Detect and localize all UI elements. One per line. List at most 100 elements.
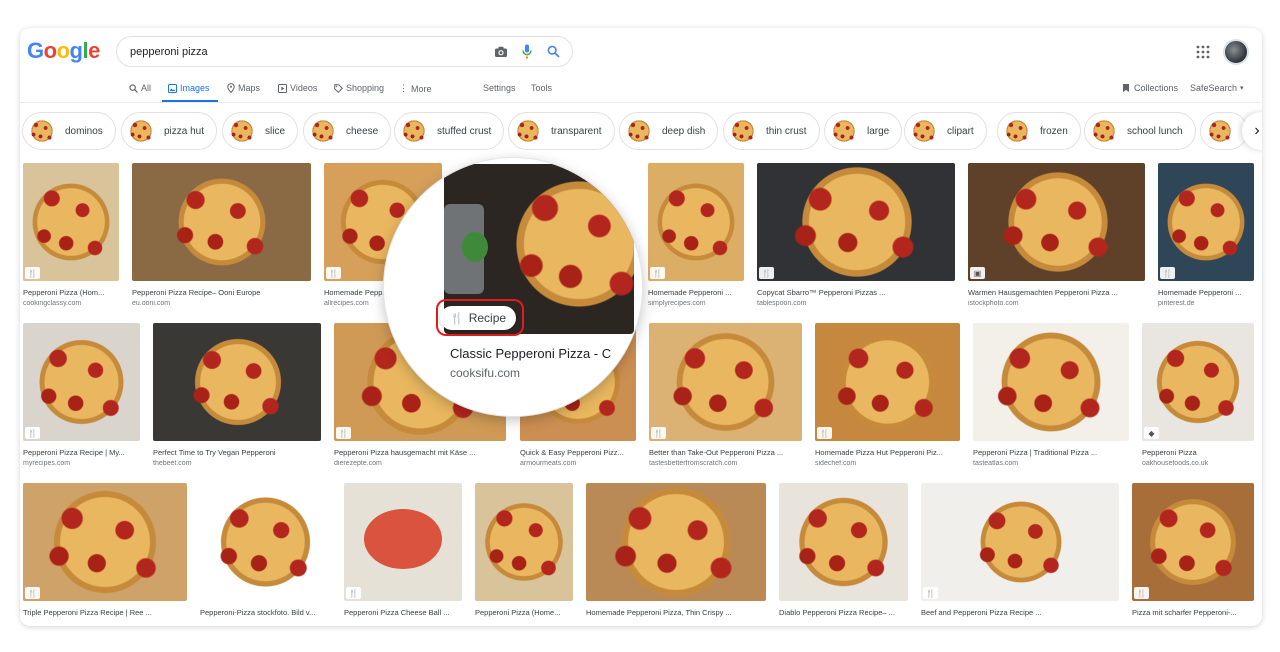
- result-title[interactable]: Homemade Pepperoni Pizza, Thin Crispy ..…: [586, 608, 766, 617]
- zoomed-result-title[interactable]: Classic Pepperoni Pizza - C: [450, 346, 611, 361]
- chip-frozen[interactable]: frozen: [997, 112, 1081, 150]
- result-source[interactable]: cookingclassy.com: [23, 300, 119, 307]
- result-source[interactable]: eu.ooni.com: [132, 300, 311, 307]
- result-title[interactable]: Pepperoni Pizza (Hom...: [23, 288, 119, 297]
- result-title[interactable]: Pepperoni Pizza hausgemacht mit Käse ...: [334, 448, 506, 457]
- recipe-icon: 🍴: [1134, 587, 1149, 599]
- tab-label: Maps: [238, 83, 261, 93]
- result-source[interactable]: oakhousefoods.co.uk: [1142, 460, 1254, 467]
- result-title[interactable]: Copycat Sbarro™ Pepperoni Pizzas ...: [757, 288, 955, 297]
- chip-thumbnail: [399, 116, 429, 146]
- tab-all[interactable]: All: [129, 83, 151, 93]
- chip-slice[interactable]: slice: [222, 112, 299, 150]
- result-title[interactable]: Pepperoni-Pizza stockfoto. Bild v...: [200, 608, 331, 617]
- result-title[interactable]: Pizza mit scharfer Pepperoni-...: [1132, 608, 1254, 617]
- chip-label: transparent: [551, 125, 602, 137]
- chip-pizza-hut[interactable]: pizza hut: [121, 112, 218, 150]
- result-image[interactable]: [586, 483, 766, 601]
- chip-thumbnail: [513, 116, 543, 146]
- result-source[interactable]: pinterest.de: [1158, 300, 1254, 307]
- result-source[interactable]: thebeet.com: [153, 460, 321, 467]
- search-tabs: All Images Maps Videos Shopping ⋮ More S…: [20, 76, 1262, 103]
- result-title[interactable]: Pepperoni Pizza (Home...: [475, 608, 573, 617]
- recipe-icon: 🍴: [336, 427, 351, 439]
- result-source[interactable]: tasteatlas.com: [973, 460, 1129, 467]
- result-image[interactable]: [973, 323, 1129, 441]
- result-image[interactable]: [779, 483, 908, 601]
- tab-tools[interactable]: Tools: [531, 83, 552, 93]
- chip-school-lunch[interactable]: school lunch: [1084, 112, 1196, 150]
- tab-images[interactable]: Images: [168, 83, 210, 93]
- result-title[interactable]: Pepperoni Pizza Recipe– Ooni Europe: [132, 288, 311, 297]
- result-title[interactable]: Homemade Pepperoni ...: [1158, 288, 1254, 297]
- tab-shopping[interactable]: Shopping: [334, 83, 384, 93]
- chip-transparent[interactable]: transparent: [508, 112, 615, 150]
- search-box[interactable]: pepperoni pizza: [116, 36, 573, 67]
- google-logo[interactable]: Google: [27, 38, 100, 64]
- chip-label: school lunch: [1127, 125, 1183, 137]
- result-source[interactable]: istockphoto.com: [968, 300, 1145, 307]
- chip-stuffed-crust[interactable]: stuffed crust: [394, 112, 505, 150]
- recipe-icon: 🍴: [1160, 267, 1175, 279]
- result-source[interactable]: simplyrecipes.com: [648, 300, 744, 307]
- chip-thumbnail: [27, 116, 57, 146]
- apps-icon[interactable]: [1196, 45, 1210, 59]
- result-source[interactable]: myrecipes.com: [23, 460, 140, 467]
- avatar[interactable]: [1223, 39, 1249, 65]
- tab-more[interactable]: ⋮ More: [399, 83, 432, 94]
- result-image[interactable]: [475, 483, 573, 601]
- result-image[interactable]: [344, 483, 462, 601]
- result-title[interactable]: Pepperoni Pizza Recipe | My...: [23, 448, 140, 457]
- result-image[interactable]: [757, 163, 955, 281]
- result-image[interactable]: [132, 163, 311, 281]
- result-image[interactable]: [1158, 163, 1254, 281]
- result-title[interactable]: Perfect Time to Try Vegan Pepperoni: [153, 448, 321, 457]
- result-image[interactable]: [648, 163, 744, 281]
- result-title[interactable]: Better than Take-Out Pepperoni Pizza ...: [649, 448, 802, 457]
- result-title[interactable]: Triple Pepperoni Pizza Recipe | Ree ...: [23, 608, 187, 617]
- search-input[interactable]: pepperoni pizza: [130, 46, 484, 58]
- result-source[interactable]: armourmeats.com: [520, 460, 636, 467]
- result-image[interactable]: [23, 323, 140, 441]
- result-image[interactable]: [1142, 323, 1254, 441]
- collections-button[interactable]: Collections: [1122, 83, 1178, 93]
- result-source[interactable]: sidechef.com: [815, 460, 960, 467]
- result-source[interactable]: tablespoon.com: [757, 300, 955, 307]
- chip-thin-crust[interactable]: thin crust: [723, 112, 820, 150]
- zoomed-result-source[interactable]: cooksifu.com: [450, 366, 520, 380]
- result-image[interactable]: [815, 323, 960, 441]
- tab-settings[interactable]: Settings: [483, 83, 516, 93]
- result-title[interactable]: Diablo Pepperoni Pizza Recipe– ...: [779, 608, 908, 617]
- result-image[interactable]: [921, 483, 1119, 601]
- result-source[interactable]: dierezepte.com: [334, 460, 506, 467]
- chip-more[interactable]: [1200, 112, 1248, 150]
- search-icon[interactable]: [544, 43, 562, 61]
- result-image[interactable]: [1132, 483, 1254, 601]
- result-title[interactable]: Beef and Pepperoni Pizza Recipe ...: [921, 608, 1119, 617]
- result-image[interactable]: [200, 483, 331, 601]
- chip-large[interactable]: large: [824, 112, 903, 150]
- chip-cheese[interactable]: cheese: [303, 112, 392, 150]
- tab-maps[interactable]: Maps: [227, 83, 260, 93]
- result-title[interactable]: Pepperoni Pizza Cheese Ball ...: [344, 608, 462, 617]
- tag-icon: ◆: [1144, 427, 1159, 439]
- result-title[interactable]: Homemade Pepperoni ...: [648, 288, 744, 297]
- result-title[interactable]: Quick & Easy Pepperoni Pizz...: [520, 448, 636, 457]
- camera-icon[interactable]: [492, 43, 510, 61]
- result-image[interactable]: [649, 323, 802, 441]
- result-title[interactable]: Pepperoni Pizza: [1142, 448, 1254, 457]
- result-title[interactable]: Pepperoni Pizza | Traditional Pizza ...: [973, 448, 1129, 457]
- result-title[interactable]: Homemade Pizza Hut Pepperoni Piz...: [815, 448, 960, 457]
- chip-dominos[interactable]: dominos: [22, 112, 116, 150]
- result-image[interactable]: [968, 163, 1145, 281]
- result-image[interactable]: [153, 323, 321, 441]
- chip-clipart[interactable]: clipart: [904, 112, 987, 150]
- result-image[interactable]: [23, 483, 187, 601]
- chip-deep-dish[interactable]: deep dish: [619, 112, 719, 150]
- mic-icon[interactable]: [518, 43, 536, 61]
- tab-videos[interactable]: Videos: [278, 83, 317, 93]
- result-title[interactable]: Warmen Hausgemachten Pepperoni Pizza ...: [968, 288, 1145, 297]
- safesearch-button[interactable]: SafeSearch ▾: [1190, 83, 1244, 93]
- result-image[interactable]: [23, 163, 119, 281]
- result-source[interactable]: tastesbetterfromscratch.com: [649, 460, 802, 467]
